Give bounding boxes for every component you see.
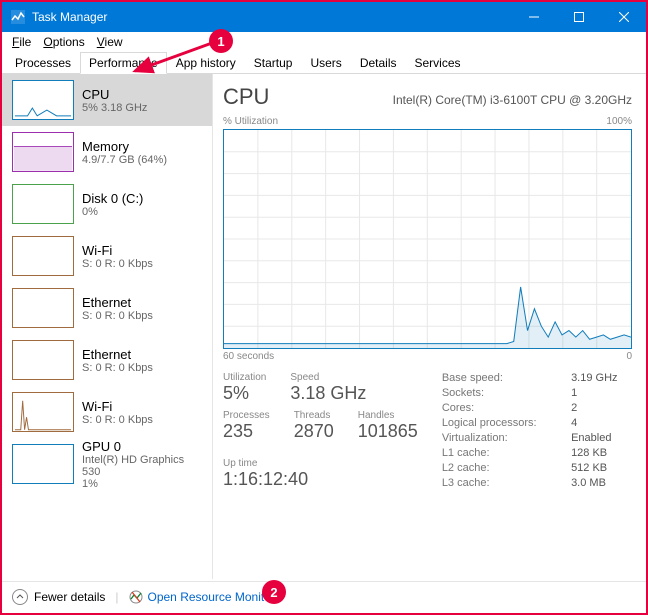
sidebar-item-ethernet[interactable]: EthernetS: 0 R: 0 Kbps <box>2 334 212 386</box>
l2-label: L2 cache: <box>442 462 551 474</box>
thumbnail-chart <box>12 184 74 224</box>
sidebar-item-sub: S: 0 R: 0 Kbps <box>82 362 153 374</box>
sidebar-item-memory[interactable]: Memory4.9/7.7 GB (64%) <box>2 126 212 178</box>
sidebar-item-sub: S: 0 R: 0 Kbps <box>82 310 153 322</box>
open-resource-monitor-link[interactable]: Open Resource Monitor <box>148 590 275 604</box>
threads-label: Threads <box>294 410 334 421</box>
utilization-label: Utilization <box>223 372 266 383</box>
sidebar-item-name: Disk 0 (C:) <box>82 191 143 206</box>
fewer-details-link[interactable]: Fewer details <box>34 590 105 604</box>
sidebar-item-sub: 5% 3.18 GHz <box>82 102 147 114</box>
cpu-details: Base speed: 3.19 GHz Sockets: 1 Cores: 2 Logic… <box>442 372 632 490</box>
x-axis-right: 0 <box>626 351 632 362</box>
speed-value: 3.18 GHz <box>290 383 366 404</box>
close-button[interactable] <box>601 2 646 32</box>
chevron-up-icon[interactable] <box>12 589 28 605</box>
sidebar: CPU5% 3.18 GHzMemory4.9/7.7 GB (64%)Disk… <box>2 74 213 579</box>
thumbnail-chart <box>12 288 74 328</box>
tab-details[interactable]: Details <box>351 52 406 73</box>
window-title: Task Manager <box>32 10 107 24</box>
resource-monitor-icon <box>129 590 143 604</box>
annotation-2: 2 <box>262 580 286 604</box>
sidebar-item-name: CPU <box>82 87 147 102</box>
base_speed-value: 3.19 GHz <box>571 372 632 384</box>
thumbnail-chart <box>12 236 74 276</box>
app-icon <box>10 9 26 25</box>
cpu-name: Intel(R) Core(TM) i3-6100T CPU @ 3.20GHz <box>393 93 632 107</box>
menu-view[interactable]: View <box>91 33 129 51</box>
sidebar-item-ethernet[interactable]: EthernetS: 0 R: 0 Kbps <box>2 282 212 334</box>
sidebar-item-sub: 0% <box>82 206 143 218</box>
thumbnail-chart <box>12 80 74 120</box>
sidebar-item-sub: S: 0 R: 0 Kbps <box>82 414 153 426</box>
annotation-1: 1 <box>209 29 233 53</box>
sidebar-item-name: Wi-Fi <box>82 399 153 414</box>
utilization-value: 5% <box>223 383 266 404</box>
sidebar-item-name: Wi-Fi <box>82 243 153 258</box>
thumbnail-chart <box>12 392 74 432</box>
sidebar-item-sub: S: 0 R: 0 Kbps <box>82 258 153 270</box>
thumbnail-chart <box>12 444 74 484</box>
sidebar-item-name: Ethernet <box>82 347 153 362</box>
tab-services[interactable]: Services <box>406 52 470 73</box>
virt-value: Enabled <box>571 432 632 444</box>
maximize-button[interactable] <box>556 2 601 32</box>
sockets-value: 1 <box>571 387 632 399</box>
sidebar-item-name: GPU 0 <box>82 439 204 454</box>
speed-label: Speed <box>290 372 366 383</box>
sidebar-item-name: Ethernet <box>82 295 153 310</box>
menu-options[interactable]: Options <box>37 33 90 51</box>
sidebar-item-sub: 4.9/7.7 GB (64%) <box>82 154 167 166</box>
menu-file[interactable]: File <box>6 33 37 51</box>
virt-label: Virtualization: <box>442 432 551 444</box>
threads-value: 2870 <box>294 421 334 442</box>
x-axis-left: 60 seconds <box>223 351 274 362</box>
thumbnail-chart <box>12 340 74 380</box>
cores-label: Cores: <box>442 402 551 414</box>
cpu-chart[interactable] <box>223 129 632 349</box>
uptime-value: 1:16:12:40 <box>223 469 418 490</box>
cores-value: 2 <box>571 402 632 414</box>
main-panel: CPU Intel(R) Core(TM) i3-6100T CPU @ 3.2… <box>213 74 646 579</box>
tab-processes[interactable]: Processes <box>6 52 80 73</box>
footer: Fewer details | Open Resource Monitor <box>2 581 646 611</box>
base_speed-label: Base speed: <box>442 372 551 384</box>
tabbar: ProcessesPerformanceApp historyStartupUs… <box>2 52 646 74</box>
l3-label: L3 cache: <box>442 477 551 489</box>
processes-value: 235 <box>223 421 270 442</box>
handles-label: Handles <box>358 410 418 421</box>
l3-value: 3.0 MB <box>571 477 632 489</box>
uptime-label: Up time <box>223 458 418 469</box>
lp-label: Logical processors: <box>442 417 551 429</box>
handles-value: 101865 <box>358 421 418 442</box>
sidebar-item-gpu-0[interactable]: GPU 0Intel(R) HD Graphics 5301% <box>2 438 212 490</box>
minimize-button[interactable] <box>511 2 556 32</box>
menubar: File Options View <box>2 32 646 52</box>
main-title: CPU <box>223 84 269 110</box>
sockets-label: Sockets: <box>442 387 551 399</box>
thumbnail-chart <box>12 132 74 172</box>
sidebar-item-sub: Intel(R) HD Graphics 5301% <box>82 454 204 490</box>
tab-startup[interactable]: Startup <box>245 52 302 73</box>
titlebar[interactable]: Task Manager <box>2 2 646 32</box>
tab-users[interactable]: Users <box>301 52 350 73</box>
y-axis-max: 100% <box>606 116 632 127</box>
l2-value: 512 KB <box>571 462 632 474</box>
y-axis-label: % Utilization <box>223 116 278 127</box>
sidebar-item-cpu[interactable]: CPU5% 3.18 GHz <box>2 74 212 126</box>
l1-value: 128 KB <box>571 447 632 459</box>
l1-label: L1 cache: <box>442 447 551 459</box>
sidebar-item-disk-0-c-[interactable]: Disk 0 (C:)0% <box>2 178 212 230</box>
sidebar-item-name: Memory <box>82 139 167 154</box>
processes-label: Processes <box>223 410 270 421</box>
sidebar-item-wi-fi[interactable]: Wi-FiS: 0 R: 0 Kbps <box>2 386 212 438</box>
sidebar-item-wi-fi[interactable]: Wi-FiS: 0 R: 0 Kbps <box>2 230 212 282</box>
lp-value: 4 <box>571 417 632 429</box>
